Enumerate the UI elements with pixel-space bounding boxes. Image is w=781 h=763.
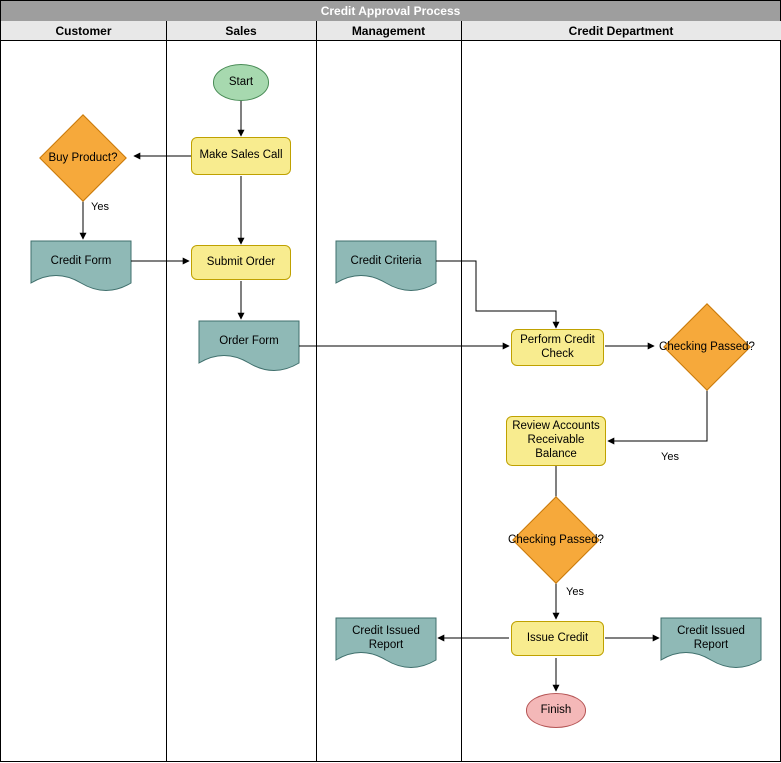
document-credit-issued-report-left: Credit Issued Report	[336, 618, 436, 660]
process-review-ar-balance: Review Accounts Receivable Balance	[506, 416, 606, 466]
edge-label-yes: Yes	[566, 586, 584, 598]
document-credit-form: Credit Form	[31, 241, 131, 283]
lane-header-credit: Credit Department	[461, 21, 781, 41]
lane-separator	[166, 21, 167, 761]
edge-label-yes: Yes	[661, 451, 679, 463]
lane-header-sales: Sales	[166, 21, 316, 41]
swimlane-diagram: Credit Approval Process Customer Sales M…	[0, 0, 781, 762]
document-credit-criteria: Credit Criteria	[336, 241, 436, 283]
process-submit-order: Submit Order	[191, 245, 291, 280]
edge-label-yes: Yes	[91, 201, 109, 213]
finish-node: Finish	[526, 693, 586, 728]
process-issue-credit: Issue Credit	[511, 621, 604, 656]
diagram-title: Credit Approval Process	[1, 1, 780, 22]
start-node: Start	[213, 64, 269, 101]
decision-checking-passed-1: Checking Passed?	[657, 313, 757, 381]
document-credit-issued-report-right: Credit Issued Report	[661, 618, 761, 660]
process-perform-credit-check: Perform Credit Check	[511, 329, 604, 366]
decision-checking-passed-2: Checking Passed?	[506, 506, 606, 574]
lane-separator	[461, 21, 462, 761]
decision-buy-product: Buy Product?	[33, 126, 133, 190]
lane-separator	[316, 21, 317, 761]
lane-header-management: Management	[316, 21, 461, 41]
document-order-form: Order Form	[199, 321, 299, 363]
process-make-sales-call: Make Sales Call	[191, 137, 291, 175]
lane-header-customer: Customer	[1, 21, 166, 41]
